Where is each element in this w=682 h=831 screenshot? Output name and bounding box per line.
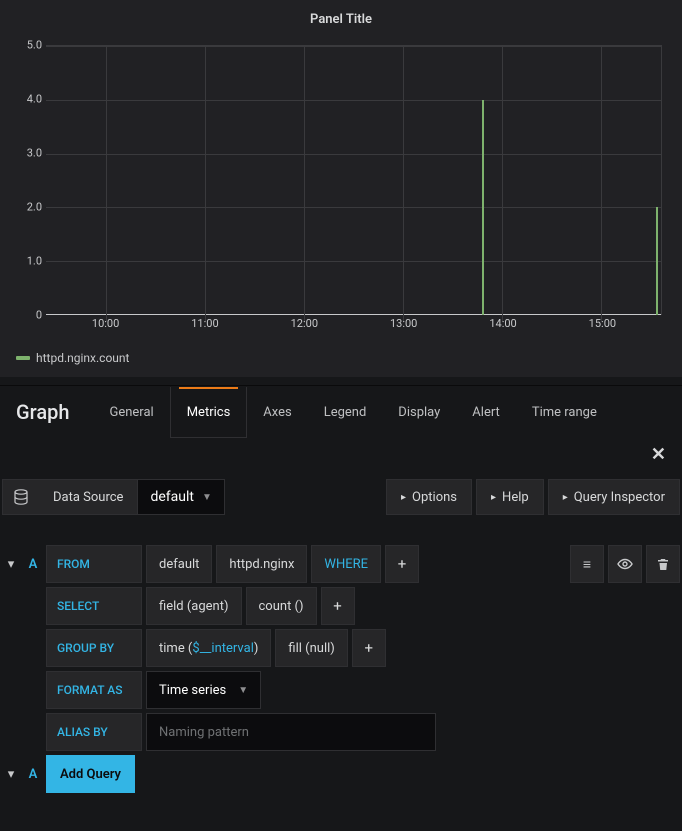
- groupby-time-chip[interactable]: time ($__interval): [146, 629, 271, 667]
- close-bar: ✕: [0, 438, 682, 479]
- groupby-fill-chip[interactable]: fill (null): [275, 629, 347, 667]
- query-delete-button[interactable]: [646, 545, 680, 583]
- chart-area[interactable]: 0 1.0 2.0 3.0 4.0 5.0 10:00 11:00 12:00 13:00 14:…: [8, 35, 674, 345]
- query-row-groupby: GROUP BY time ($__interval) fill (null) …: [2, 629, 680, 667]
- query-row-format: FORMAT AS Time series ▼: [2, 671, 680, 709]
- gridline-h: [46, 100, 661, 101]
- datasource-label-box: Data Source: [2, 479, 138, 515]
- groupby-label: GROUP BY: [46, 629, 142, 667]
- y-tick: 1.0: [27, 255, 42, 268]
- groupby-add-button[interactable]: +: [352, 629, 386, 667]
- tab-legend[interactable]: Legend: [308, 387, 383, 438]
- alias-input[interactable]: [146, 713, 436, 751]
- query-letter[interactable]: A: [20, 755, 46, 793]
- query-editor: ▾ A FROM default httpd.nginx WHERE + ≡ S…: [0, 545, 682, 801]
- format-select[interactable]: Time series ▼: [146, 671, 261, 709]
- x-baseline: [46, 314, 661, 315]
- legend-swatch: [16, 356, 30, 360]
- x-tick: 12:00: [291, 317, 318, 330]
- collapse-toggle[interactable]: ▾: [2, 545, 20, 583]
- gridline-v: [304, 46, 305, 321]
- x-tick: 15:00: [589, 317, 616, 330]
- datasource-label: Data Source: [39, 490, 137, 505]
- query-toggle-visibility-button[interactable]: [608, 545, 642, 583]
- select-add-button[interactable]: +: [321, 587, 355, 625]
- y-tick: 5.0: [27, 39, 42, 52]
- add-query-button[interactable]: Add Query: [46, 755, 135, 793]
- y-tick: 0: [36, 309, 42, 322]
- query-row-select: SELECT field (agent) count () +: [2, 587, 680, 625]
- gridline-v: [601, 46, 602, 321]
- gridline-v: [403, 46, 404, 321]
- caret-right-icon: ▸: [401, 492, 406, 503]
- gridline-h: [46, 207, 661, 208]
- tab-axes[interactable]: Axes: [247, 387, 307, 438]
- gridline-h: [46, 154, 661, 155]
- panel-type-title: Graph: [12, 386, 93, 438]
- panel-title: Panel Title: [8, 8, 674, 31]
- caret-down-icon: ▼: [202, 492, 212, 503]
- collapse-toggle[interactable]: ▾: [2, 755, 20, 793]
- datasource-select[interactable]: default ▼: [138, 479, 224, 515]
- legend: httpd.nginx.count: [8, 345, 674, 365]
- tab-alert[interactable]: Alert: [456, 387, 516, 438]
- query-row-add: ▾ A Add Query: [2, 755, 680, 793]
- gridline-h: [46, 261, 661, 262]
- from-label: FROM: [46, 545, 142, 583]
- x-tick: 11:00: [191, 317, 218, 330]
- query-row-from: ▾ A FROM default httpd.nginx WHERE + ≡: [2, 545, 680, 583]
- plot-area[interactable]: [46, 45, 662, 315]
- query-menu-button[interactable]: ≡: [570, 545, 604, 583]
- tabs: GeneralMetricsAxesLegendDisplayAlertTime…: [93, 387, 612, 438]
- select-agg-chip[interactable]: count (): [246, 587, 317, 625]
- tab-time-range[interactable]: Time range: [516, 387, 613, 438]
- tab-metrics[interactable]: Metrics: [170, 387, 248, 438]
- gridline-v: [205, 46, 206, 321]
- query-row-alias: ALIAS BY: [2, 713, 680, 751]
- gridline-v: [502, 46, 503, 321]
- x-axis: 10:00 11:00 12:00 13:00 14:00 15:00: [46, 317, 662, 335]
- chart-panel: Panel Title 01.02.03.04.05.0 10:0011:001…: [0, 0, 682, 377]
- gridline-h: [46, 46, 661, 47]
- help-button[interactable]: ▸Help: [476, 479, 544, 515]
- query-letter[interactable]: A: [20, 545, 46, 583]
- y-tick: 2.0: [27, 201, 42, 214]
- x-tick: 13:00: [390, 317, 417, 330]
- from-measurement-chip[interactable]: httpd.nginx: [216, 545, 307, 583]
- alias-label: ALIAS BY: [46, 713, 142, 751]
- y-tick: 4.0: [27, 93, 42, 106]
- data-spike: [482, 100, 484, 315]
- caret-down-icon: ▼: [238, 685, 248, 696]
- format-label: FORMAT AS: [46, 671, 142, 709]
- tab-display[interactable]: Display: [382, 387, 456, 438]
- x-tick: 10:00: [92, 317, 119, 330]
- datasource-selected: default: [150, 489, 194, 505]
- caret-right-icon: ▸: [491, 492, 496, 503]
- tab-bar: Graph GeneralMetricsAxesLegendDisplayAle…: [0, 385, 682, 438]
- y-tick: 3.0: [27, 147, 42, 160]
- where-add-button[interactable]: +: [385, 545, 419, 583]
- where-label[interactable]: WHERE: [311, 545, 381, 583]
- caret-right-icon: ▸: [563, 492, 568, 503]
- gridline-v: [106, 46, 107, 321]
- tab-general[interactable]: General: [93, 387, 169, 438]
- legend-series-name: httpd.nginx.count: [36, 351, 129, 365]
- database-icon: [3, 489, 39, 505]
- options-button[interactable]: ▸Options: [386, 479, 472, 515]
- datasource-row: Data Source default ▼ ▸Options ▸Help ▸Qu…: [0, 479, 682, 515]
- select-field-chip[interactable]: field (agent): [146, 587, 242, 625]
- x-tick: 14:00: [489, 317, 516, 330]
- select-label: SELECT: [46, 587, 142, 625]
- close-icon[interactable]: ✕: [651, 444, 666, 465]
- y-axis: 01.02.03.04.05.0: [16, 45, 44, 315]
- from-rp-chip[interactable]: default: [146, 545, 212, 583]
- query-inspector-button[interactable]: ▸Query Inspector: [548, 479, 680, 515]
- data-spike: [656, 207, 658, 315]
